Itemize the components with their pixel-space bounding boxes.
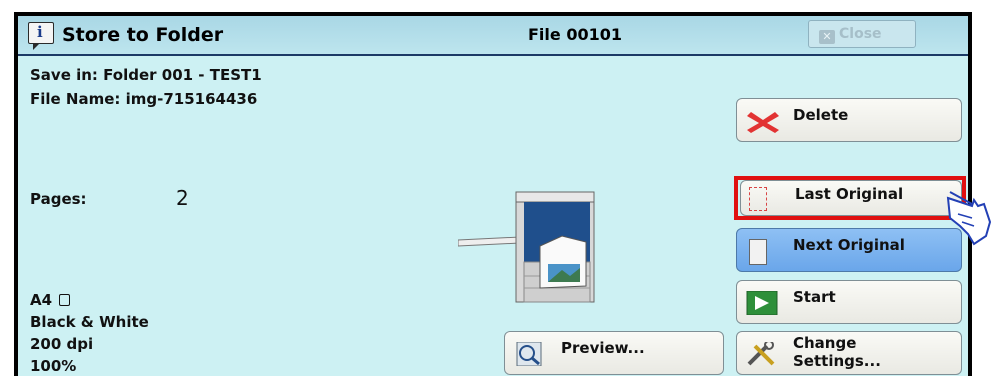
delete-x-icon xyxy=(747,112,779,133)
title-bar: i Store to Folder File 00101 ✕ Close xyxy=(18,16,968,56)
next-original-button[interactable]: Next Original xyxy=(736,228,962,272)
selection-highlight xyxy=(734,176,966,220)
pages-label: Pages: xyxy=(30,190,87,208)
tools-icon xyxy=(747,342,775,366)
start-play-icon xyxy=(746,291,778,315)
paper-size: A4 xyxy=(30,291,71,309)
preview-button[interactable]: Preview... xyxy=(504,331,724,375)
delete-button[interactable]: Delete xyxy=(736,98,962,142)
info-icon: i xyxy=(28,22,54,50)
scale: 100% xyxy=(30,357,77,375)
next-original-icon xyxy=(749,239,767,265)
color-mode: Black & White xyxy=(30,313,149,331)
device-illustration-icon xyxy=(458,191,595,303)
file-name-label: File Name: img-715164436 xyxy=(30,90,258,108)
save-in-label: Save in: Folder 001 - TEST1 xyxy=(30,66,262,84)
magnifier-icon xyxy=(516,342,542,366)
paper-orientation-icon xyxy=(59,294,71,306)
close-button[interactable]: ✕ Close xyxy=(808,20,916,48)
store-to-folder-window: i Store to Folder File 00101 ✕ Close Save… xyxy=(14,12,972,376)
file-label: File 00101 xyxy=(528,25,622,44)
close-icon: ✕ xyxy=(819,30,835,44)
change-settings-button[interactable]: Change Settings... xyxy=(736,331,962,375)
pointing-hand-icon xyxy=(946,191,992,246)
pages-value: 2 xyxy=(176,186,189,210)
resolution: 200 dpi xyxy=(30,335,94,353)
window-title: Store to Folder xyxy=(62,24,224,46)
start-button[interactable]: Start xyxy=(736,280,962,324)
